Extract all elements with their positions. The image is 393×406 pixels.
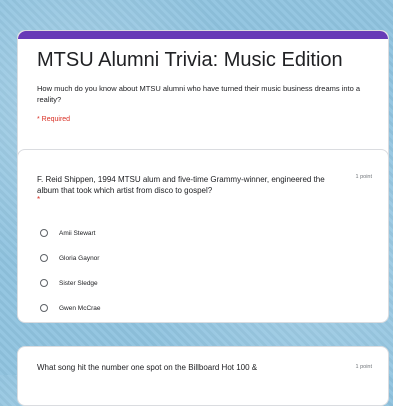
required-note: * Required [37, 116, 71, 123]
question-card: F. Reid Shippen, 1994 MTSU alum and five… [17, 149, 389, 323]
radio-option-gwen-mccrae[interactable]: Gwen McCrae [40, 304, 101, 312]
radio-option-gloria-gaynor[interactable]: Gloria Gaynor [40, 254, 99, 262]
question-points: 1 point [355, 174, 372, 180]
option-label: Amii Stewart [59, 229, 96, 237]
form-title: MTSU Alumni Trivia: Music Edition [37, 49, 343, 71]
radio-option-sister-sledge[interactable]: Sister Sledge [40, 279, 98, 287]
question-text: What song hit the number one spot on the… [37, 363, 258, 372]
radio-button[interactable] [40, 254, 48, 262]
radio-option-amii-stewart[interactable]: Amii Stewart [40, 229, 95, 237]
radio-button[interactable] [40, 304, 48, 312]
radio-button[interactable] [40, 279, 48, 287]
question-points: 1 point [355, 364, 372, 370]
form-description: How much do you know about MTSU alumni w… [37, 84, 361, 104]
required-asterisk: * [37, 195, 41, 204]
question-text: F. Reid Shippen, 1994 MTSU alum and five… [37, 175, 325, 195]
option-label: Gwen McCrae [59, 304, 101, 312]
question-card: What song hit the number one spot on the… [17, 346, 389, 406]
radio-button[interactable] [40, 229, 48, 237]
option-label: Gloria Gaynor [59, 254, 100, 262]
form-accent-bar [18, 31, 388, 39]
option-label: Sister Sledge [59, 279, 98, 287]
